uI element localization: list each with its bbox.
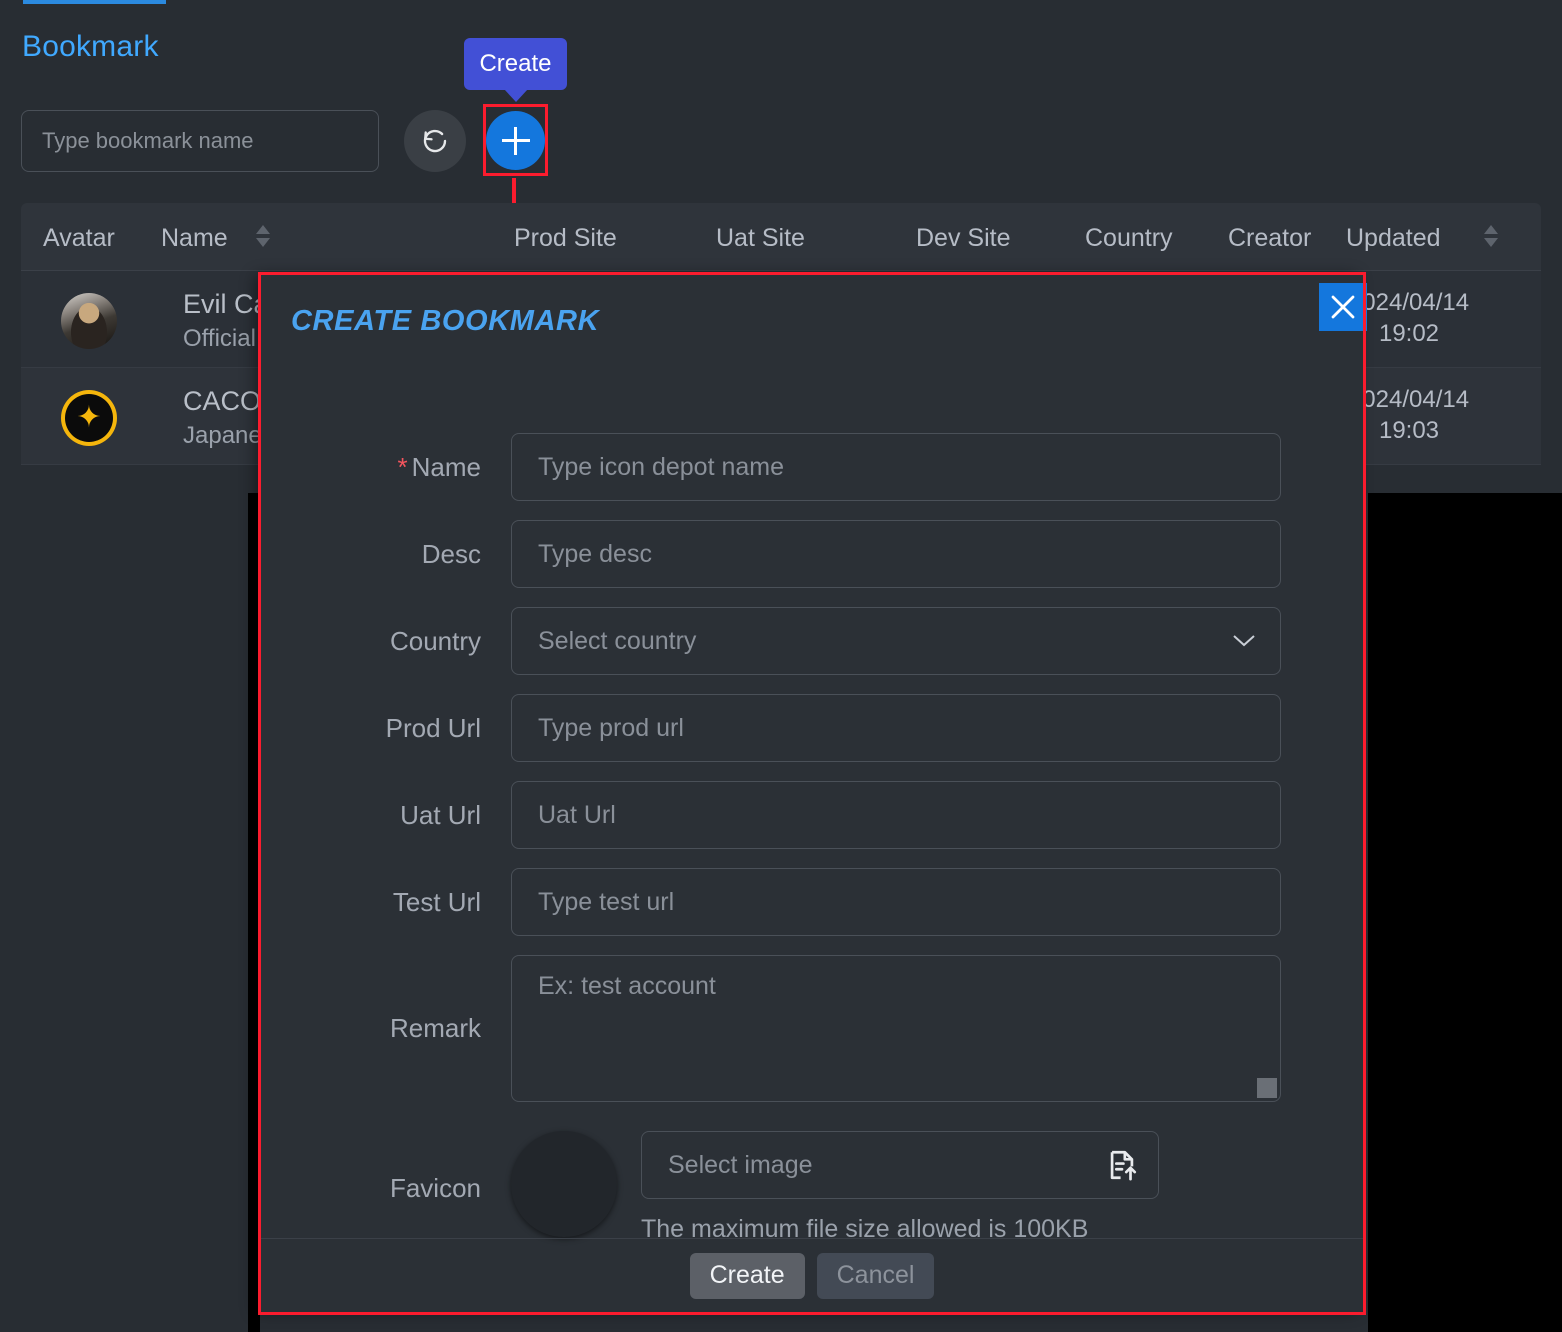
remark-field bbox=[511, 955, 1281, 1102]
refresh-icon bbox=[420, 126, 450, 156]
page-title: Bookmark bbox=[22, 30, 159, 64]
remark-textarea[interactable] bbox=[511, 955, 1281, 1102]
caret-up-icon bbox=[1484, 225, 1498, 234]
tooltip-arrow bbox=[504, 89, 528, 102]
uat-url-input[interactable] bbox=[511, 781, 1281, 849]
favicon-preview bbox=[511, 1131, 617, 1237]
row-name: Evil Ca bbox=[183, 289, 269, 320]
form-row-uat-url: Uat Url bbox=[261, 781, 1363, 849]
star-icon: ✦ bbox=[65, 394, 113, 442]
create-tooltip: Create bbox=[464, 38, 567, 90]
caret-down-icon bbox=[1484, 238, 1498, 247]
prod-url-input[interactable] bbox=[511, 694, 1281, 762]
plus-icon-vertical bbox=[514, 127, 517, 155]
desc-input[interactable] bbox=[511, 520, 1281, 588]
label-prod-url: Prod Url bbox=[261, 713, 511, 744]
label-test-url: Test Url bbox=[261, 887, 511, 918]
row-subtitle: Official bbox=[183, 325, 256, 353]
label-uat-url: Uat Url bbox=[261, 800, 511, 831]
app-root: Bookmark Create Avatar Name Prod Site Ua… bbox=[0, 0, 1562, 1332]
column-header-updated: Updated bbox=[1346, 224, 1441, 253]
form-row-country: Country Select country bbox=[261, 607, 1363, 675]
form-row-name: *Name bbox=[261, 433, 1363, 501]
table-header-row: Avatar Name Prod Site Uat Site Dev Site … bbox=[21, 203, 1541, 271]
file-upload-icon bbox=[1102, 1145, 1142, 1185]
search-input[interactable] bbox=[21, 110, 379, 172]
form-row-prod-url: Prod Url bbox=[261, 694, 1363, 762]
column-header-uat-site: Uat Site bbox=[716, 224, 805, 253]
submit-create-button[interactable]: Create bbox=[690, 1253, 805, 1299]
sort-toggle-updated[interactable] bbox=[1484, 225, 1498, 251]
column-header-dev-site: Dev Site bbox=[916, 224, 1010, 253]
black-strip-left bbox=[248, 493, 260, 1332]
label-country: Country bbox=[261, 626, 511, 657]
name-input[interactable] bbox=[511, 433, 1281, 501]
avatar bbox=[61, 293, 117, 349]
active-tab-indicator bbox=[23, 0, 166, 4]
form-row-remark: Remark bbox=[261, 955, 1363, 1102]
caret-down-icon bbox=[256, 238, 270, 247]
form-row-favicon: Favicon Select image bbox=[261, 1131, 1363, 1244]
label-desc: Desc bbox=[261, 539, 511, 570]
label-name: *Name bbox=[261, 452, 511, 483]
chevron-down-icon bbox=[1232, 628, 1256, 654]
avatar: ✦ bbox=[61, 390, 117, 446]
favicon-upload-column: Select image The maximum file size all bbox=[641, 1131, 1159, 1244]
form-row-desc: Desc bbox=[261, 520, 1363, 588]
create-bookmark-modal: CREATE BOOKMARK *Name Desc Country Selec… bbox=[261, 275, 1363, 1312]
column-header-creator: Creator bbox=[1228, 224, 1311, 253]
country-select[interactable]: Select country bbox=[511, 607, 1281, 675]
favicon-upload-placeholder: Select image bbox=[668, 1151, 813, 1180]
label-favicon: Favicon bbox=[261, 1131, 511, 1204]
test-url-input[interactable] bbox=[511, 868, 1281, 936]
refresh-button[interactable] bbox=[404, 110, 466, 172]
black-region-right bbox=[1368, 493, 1562, 1332]
sort-toggle-name[interactable] bbox=[256, 225, 270, 251]
create-tooltip-label: Create bbox=[479, 50, 551, 78]
label-remark: Remark bbox=[261, 1013, 511, 1044]
column-header-country: Country bbox=[1085, 224, 1173, 253]
required-asterisk: * bbox=[398, 452, 408, 482]
create-bookmark-button[interactable] bbox=[486, 111, 545, 170]
form-row-test-url: Test Url bbox=[261, 868, 1363, 936]
modal-footer: Create Cancel bbox=[261, 1238, 1363, 1312]
close-icon bbox=[1328, 292, 1358, 322]
favicon-upload-button[interactable]: Select image bbox=[641, 1131, 1159, 1199]
column-header-avatar: Avatar bbox=[43, 224, 115, 253]
modal-form: *Name Desc Country Select country Prod U… bbox=[261, 349, 1363, 1239]
caret-up-icon bbox=[256, 225, 270, 234]
column-header-name: Name bbox=[161, 224, 228, 253]
cancel-button[interactable]: Cancel bbox=[817, 1253, 935, 1299]
column-header-prod-site: Prod Site bbox=[514, 224, 617, 253]
country-select-placeholder: Select country bbox=[538, 627, 696, 656]
modal-close-button[interactable] bbox=[1319, 283, 1367, 331]
modal-title: CREATE BOOKMARK bbox=[291, 305, 599, 338]
